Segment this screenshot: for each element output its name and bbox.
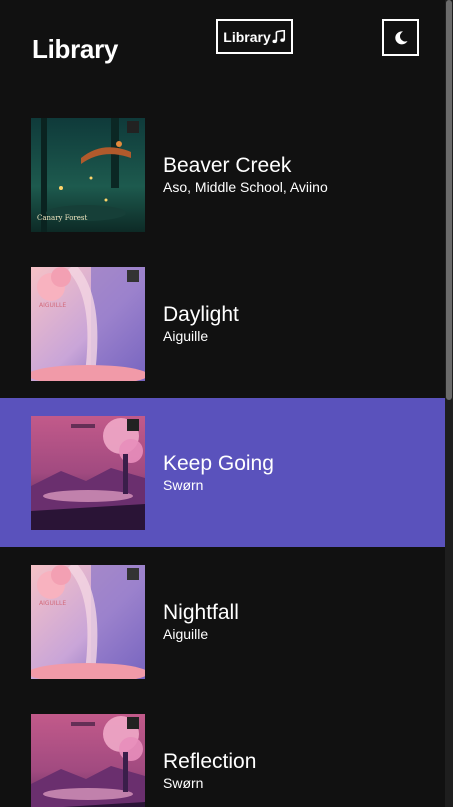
album-art-text: Canary Forest: [37, 214, 88, 222]
library-button-label: Library: [223, 28, 271, 45]
song-artist: Swørn: [163, 775, 204, 791]
album-art-text: AIGUILLE: [39, 302, 66, 309]
song-title: Beaver Creek: [163, 154, 292, 177]
song-title: Daylight: [163, 303, 239, 326]
song-title: Reflection: [163, 750, 257, 773]
library-button[interactable]: Library: [216, 19, 293, 54]
song-meta: Nightfall Aiguille: [163, 601, 239, 643]
song-item-beaver-creek[interactable]: Canary Forest Beaver Creek Aso, Middle S…: [0, 100, 445, 249]
album-art-pink-flowers: AIGUILLE: [31, 267, 145, 381]
header: Library Library: [0, 0, 445, 100]
song-artist: Swørn: [163, 477, 204, 493]
page-title: Library: [32, 34, 119, 64]
song-artist: Aiguille: [163, 328, 209, 344]
song-item-daylight[interactable]: AIGUILLE Daylight Aiguille: [0, 249, 445, 398]
song-artist: Aso, Middle School, Aviino: [163, 179, 328, 195]
album-art-pink-landscape: [31, 714, 145, 807]
album-art-pink-flowers: AIGUILLE: [31, 565, 145, 679]
music-note-icon: [272, 29, 285, 43]
song-meta: Reflection Swørn: [163, 750, 256, 792]
album-art-text: AIGUILLE: [39, 600, 66, 607]
song-meta: Keep Going Swørn: [163, 452, 274, 494]
song-item-nightfall[interactable]: AIGUILLE Nightfall Aiguille: [0, 547, 445, 696]
song-title: Keep Going: [163, 452, 274, 475]
scrollbar[interactable]: [445, 0, 453, 807]
song-meta: Beaver Creek Aso, Middle School, Aviino: [163, 154, 328, 196]
song-meta: Daylight Aiguille: [163, 303, 239, 345]
song-item-keep-going[interactable]: Keep Going Swørn: [0, 398, 445, 547]
song-list: Canary Forest Beaver Creek Aso, Middle S…: [0, 100, 445, 807]
app-window: Library Library Canary Forest Beaver Cre…: [0, 0, 453, 807]
song-title: Nightfall: [163, 601, 239, 624]
scrollbar-thumb[interactable]: [446, 0, 452, 400]
album-art-forest: Canary Forest: [31, 118, 145, 232]
song-artist: Aiguille: [163, 626, 209, 642]
moon-icon: [394, 30, 407, 44]
song-item-reflection[interactable]: Reflection Swørn: [0, 696, 445, 807]
album-art-pink-landscape: [31, 416, 145, 530]
theme-toggle-button[interactable]: [382, 19, 419, 56]
